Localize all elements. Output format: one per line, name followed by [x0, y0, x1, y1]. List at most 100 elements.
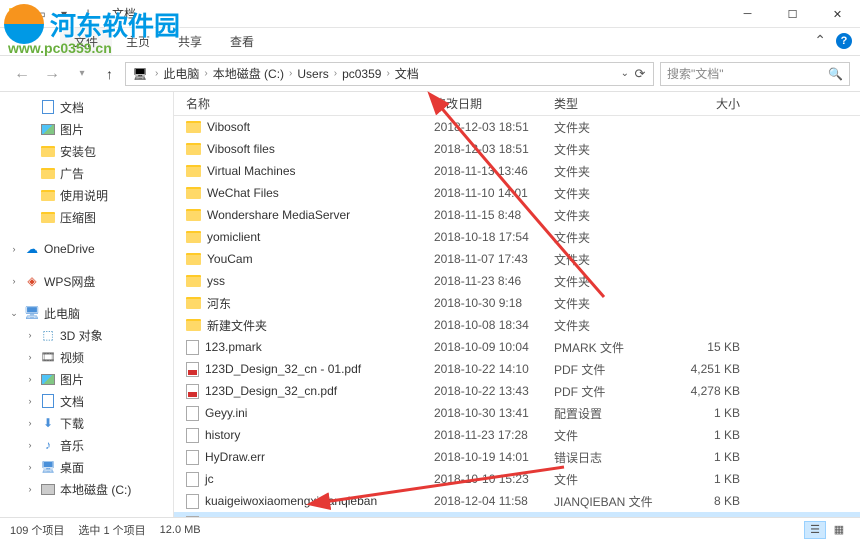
tab-file[interactable]: 文件 — [60, 28, 112, 55]
sidebar-item-thispc[interactable]: ⌄🖥此电脑 — [0, 302, 173, 324]
sidebar-item-pictures[interactable]: 图片 — [0, 118, 173, 140]
file-row[interactable]: jc2018-10-10 15:23文件1 KB — [174, 468, 860, 490]
breadcrumb-user[interactable]: pc0359 — [340, 67, 383, 81]
file-type: 文件夹 — [554, 273, 668, 290]
minimize-button[interactable]: ─ — [725, 0, 770, 28]
chevron-right-icon[interactable]: › — [152, 68, 161, 79]
file-row[interactable]: Vibosoft files2018-12-03 18:51文件夹 — [174, 138, 860, 160]
file-row[interactable]: NewSlideshow.swf2018-12-10 10:15SWF 影片12… — [174, 512, 860, 517]
breadcrumb-dropdown-icon[interactable]: ⌄ — [621, 68, 629, 79]
file-size: 4,251 KB — [668, 362, 758, 376]
breadcrumb-users[interactable]: Users — [295, 67, 330, 81]
sidebar-item-video[interactable]: ›🎞视频 — [0, 346, 173, 368]
file-row[interactable]: yomiclient2018-10-18 17:54文件夹 — [174, 226, 860, 248]
refresh-icon[interactable]: ⟳ — [631, 66, 649, 82]
file-size: 1 KB — [668, 472, 758, 486]
file-row[interactable]: Wondershare MediaServer2018-11-15 8:48文件… — [174, 204, 860, 226]
nav-forward-button[interactable]: → — [40, 62, 64, 86]
file-list[interactable]: Vibosoft2018-12-03 18:51文件夹Vibosoft file… — [174, 116, 860, 517]
column-headers[interactable]: 名称 修改日期 类型 大小 — [174, 92, 860, 116]
chevron-right-icon[interactable]: › — [383, 68, 392, 79]
file-row[interactable]: 123D_Design_32_cn - 01.pdf2018-10-22 14:… — [174, 358, 860, 380]
file-name: WeChat Files — [207, 186, 279, 200]
maximize-button[interactable]: ☐ — [770, 0, 815, 28]
file-row[interactable]: yss2018-11-23 8:46文件夹 — [174, 270, 860, 292]
chevron-right-icon[interactable]: › — [286, 68, 295, 79]
titlebar: ▭ ▾ | 文档 ─ ☐ ✕ — [0, 0, 860, 28]
view-details-button[interactable]: ☰ — [804, 521, 826, 539]
folder-icon — [186, 275, 201, 287]
column-type[interactable]: 类型 — [554, 95, 668, 112]
file-row[interactable]: history2018-11-23 17:28文件1 KB — [174, 424, 860, 446]
column-name[interactable]: 名称 — [174, 95, 434, 112]
navigation-tree[interactable]: 文档 图片 安装包 广告 使用说明 压缩图 ›☁OneDrive ›◈WPS网盘… — [0, 92, 174, 517]
cube-icon: ⬚ — [40, 327, 56, 343]
sidebar-item-music[interactable]: ›♪音乐 — [0, 434, 173, 456]
file-type: SWF 影片 — [554, 515, 668, 518]
tab-home[interactable]: 主页 — [112, 28, 164, 55]
file-name: kuaigeiwoxiaomengxi.jianqieban — [205, 494, 377, 508]
file-row[interactable]: HyDraw.err2018-10-19 14:01错误日志1 KB — [174, 446, 860, 468]
sidebar-item-documents2[interactable]: ›文档 — [0, 390, 173, 412]
chevron-right-icon[interactable]: › — [331, 68, 340, 79]
file-row[interactable]: YouCam2018-11-07 17:43文件夹 — [174, 248, 860, 270]
qat-properties-icon[interactable]: ▭ — [30, 4, 50, 24]
sidebar-item-wps[interactable]: ›◈WPS网盘 — [0, 270, 173, 292]
file-date: 2018-12-03 18:51 — [434, 142, 554, 156]
sidebar-item-ads[interactable]: 广告 — [0, 162, 173, 184]
file-row[interactable]: 123D_Design_32_cn.pdf2018-10-22 13:43PDF… — [174, 380, 860, 402]
file-row[interactable]: 123.pmark2018-10-09 10:04PMARK 文件15 KB — [174, 336, 860, 358]
breadcrumb-docs[interactable]: 文档 — [393, 65, 421, 82]
sidebar-item-zip[interactable]: 压缩图 — [0, 206, 173, 228]
column-size[interactable]: 大小 — [668, 95, 758, 112]
sidebar-item-pictures2[interactable]: ›图片 — [0, 368, 173, 390]
file-row[interactable]: kuaigeiwoxiaomengxi.jianqieban2018-12-04… — [174, 490, 860, 512]
file-row[interactable]: 河东2018-10-30 9:18文件夹 — [174, 292, 860, 314]
close-button[interactable]: ✕ — [815, 0, 860, 28]
pdf-icon — [186, 384, 199, 399]
breadcrumb[interactable]: 🖥 › 此电脑 › 本地磁盘 (C:) › Users › pc0359 › 文… — [125, 62, 654, 86]
nav-back-button[interactable]: ← — [10, 62, 34, 86]
folder-icon — [186, 143, 201, 155]
chevron-right-icon[interactable]: › — [201, 68, 210, 79]
file-type: 文件 — [554, 471, 668, 488]
file-date: 2018-10-22 14:10 — [434, 362, 554, 376]
file-size: 4,278 KB — [668, 384, 758, 398]
view-icons-button[interactable]: ▦ — [828, 521, 850, 539]
nav-recent-dropdown[interactable]: ▾ — [70, 62, 94, 86]
tab-share[interactable]: 共享 — [164, 28, 216, 55]
search-icon[interactable]: 🔍 — [828, 67, 843, 81]
sidebar-item-onedrive[interactable]: ›☁OneDrive — [0, 238, 173, 260]
sidebar-item-install[interactable]: 安装包 — [0, 140, 173, 162]
file-name: HyDraw.err — [205, 450, 265, 464]
sidebar-item-disk[interactable]: ›本地磁盘 (C:) — [0, 478, 173, 500]
sidebar-item-3d[interactable]: ›⬚3D 对象 — [0, 324, 173, 346]
file-row[interactable]: Vibosoft2018-12-03 18:51文件夹 — [174, 116, 860, 138]
help-icon[interactable]: ? — [836, 33, 852, 49]
qat-separator: | — [78, 4, 98, 24]
ribbon-collapse-icon[interactable]: ⌃ — [814, 32, 826, 49]
qat-dropdown-icon[interactable]: ▾ — [54, 4, 74, 24]
navigation-bar: ← → ▾ ↑ 🖥 › 此电脑 › 本地磁盘 (C:) › Users › pc… — [0, 56, 860, 92]
breadcrumb-drive[interactable]: 本地磁盘 (C:) — [211, 65, 286, 82]
sidebar-item-manual[interactable]: 使用说明 — [0, 184, 173, 206]
file-row[interactable]: WeChat Files2018-11-10 14:01文件夹 — [174, 182, 860, 204]
sidebar-item-documents[interactable]: 文档 — [0, 96, 173, 118]
breadcrumb-thispc[interactable]: 此电脑 — [161, 65, 201, 82]
tab-view[interactable]: 查看 — [216, 28, 268, 55]
sidebar-item-downloads[interactable]: ›⬇下载 — [0, 412, 173, 434]
status-selected: 选中 1 个项目 — [78, 522, 145, 538]
nav-up-button[interactable]: ↑ — [100, 66, 119, 82]
search-input[interactable]: 搜索"文档" 🔍 — [660, 62, 850, 86]
file-date: 2018-11-07 17:43 — [434, 252, 554, 266]
file-type: 文件 — [554, 427, 668, 444]
folder-icon — [186, 121, 201, 133]
file-row[interactable]: Virtual Machines2018-11-13 13:46文件夹 — [174, 160, 860, 182]
file-type: PDF 文件 — [554, 361, 668, 378]
column-date[interactable]: 修改日期 — [434, 95, 554, 112]
file-type: 文件夹 — [554, 163, 668, 180]
file-row[interactable]: Geyy.ini2018-10-30 13:41配置设置1 KB — [174, 402, 860, 424]
sidebar-item-desktop[interactable]: ›🖥桌面 — [0, 456, 173, 478]
file-row[interactable]: 新建文件夹2018-10-08 18:34文件夹 — [174, 314, 860, 336]
file-size: 12,326 KB — [668, 516, 758, 517]
